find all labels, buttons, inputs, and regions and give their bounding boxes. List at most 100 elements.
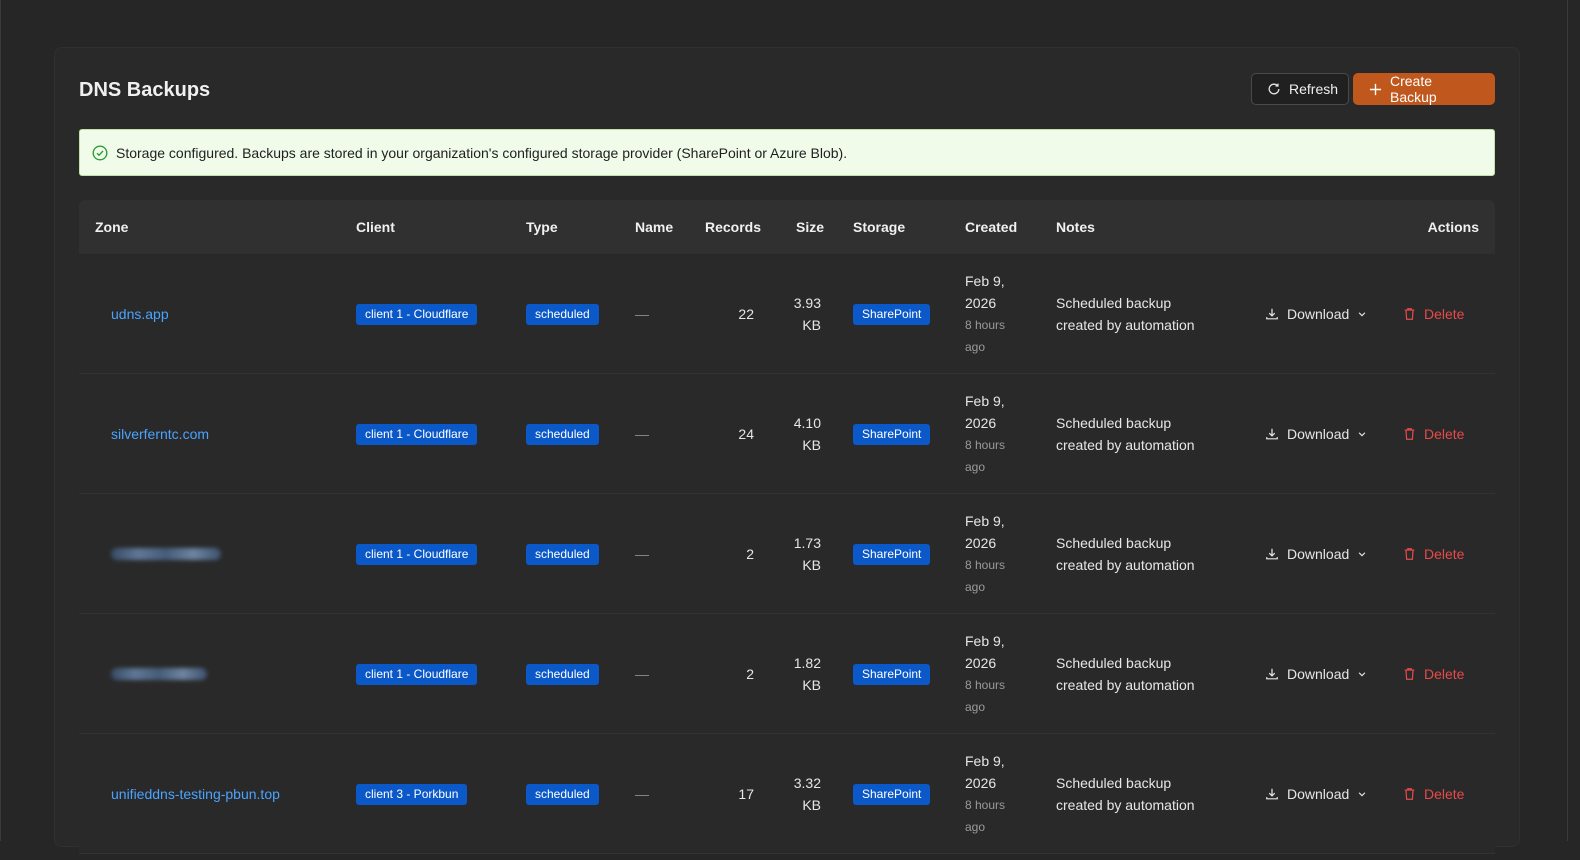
delete-button[interactable]: Delete [1403, 614, 1464, 734]
size-unit: KB [802, 317, 821, 333]
size-number: 4.10 [793, 415, 821, 431]
created-date: Feb 9, [965, 753, 1005, 769]
download-button[interactable]: Download [1265, 614, 1367, 734]
created-year: 2026 [965, 535, 997, 551]
storage-cell: SharePoint [853, 254, 931, 374]
storage-cell: SharePoint [853, 614, 931, 734]
name-cell: — [635, 614, 649, 734]
col-notes[interactable]: Notes [1056, 200, 1095, 254]
delete-button[interactable]: Delete [1403, 734, 1464, 854]
zone-redacted[interactable] [111, 548, 221, 560]
notes-line-1: Scheduled backup [1056, 775, 1172, 791]
chevron-down-icon[interactable] [1357, 429, 1367, 439]
records-cell: 2 [705, 494, 754, 614]
zone-redacted[interactable] [111, 668, 207, 680]
refresh-button[interactable]: Refresh [1251, 73, 1349, 105]
size-unit: KB [802, 797, 821, 813]
created-relative: 8 hours [965, 798, 1006, 812]
records-cell: 2 [705, 614, 754, 734]
type-cell: scheduled [526, 734, 599, 854]
created-year: 2026 [965, 415, 997, 431]
table-row: udns.app client 1 - Cloudflare scheduled… [79, 254, 1495, 374]
notes-line-2: created by automation [1056, 797, 1195, 813]
col-type[interactable]: Type [526, 200, 558, 254]
delete-button[interactable]: Delete [1403, 374, 1464, 494]
notes-line-1: Scheduled backup [1056, 295, 1172, 311]
download-label: Download [1287, 306, 1350, 322]
backups-card: DNS Backups Refresh Create Backup Storag… [54, 47, 1520, 854]
type-cell: scheduled [526, 374, 599, 494]
created-relative: 8 hours [965, 558, 1006, 572]
download-button[interactable]: Download [1265, 374, 1367, 494]
created-date: Feb 9, [965, 273, 1005, 289]
type-badge: scheduled [526, 543, 599, 565]
created-year: 2026 [965, 775, 997, 791]
col-size[interactable]: Size [796, 200, 824, 254]
col-name[interactable]: Name [635, 200, 673, 254]
records-value: 17 [738, 786, 754, 802]
client-badge: client 1 - Cloudflare [356, 423, 478, 445]
created-cell: Feb 9, 2026 8 hours ago [965, 614, 1005, 734]
create-backup-button[interactable]: Create Backup [1353, 73, 1495, 105]
chevron-down-icon[interactable] [1357, 669, 1367, 679]
records-cell: 22 [705, 254, 754, 374]
name-value: — [635, 306, 649, 322]
delete-button[interactable]: Delete [1403, 254, 1464, 374]
storage-cell: SharePoint [853, 734, 931, 854]
records-value: 2 [746, 666, 754, 682]
zone-link[interactable]: silverferntc.com [111, 426, 209, 442]
size-number: 3.32 [793, 775, 821, 791]
type-cell: scheduled [526, 494, 599, 614]
type-badge: scheduled [526, 663, 599, 685]
client-cell: client 1 - Cloudflare [356, 374, 478, 494]
zone-cell [111, 614, 207, 734]
chevron-down-icon[interactable] [1357, 309, 1367, 319]
client-cell: client 3 - Porkbun [356, 734, 468, 854]
created-relative-suffix: ago [965, 460, 986, 474]
created-relative-suffix: ago [965, 700, 986, 714]
table-row: unifieddns-testing-pbun.top client 3 - P… [79, 734, 1495, 854]
chevron-down-icon[interactable] [1357, 549, 1367, 559]
notes-line-2: created by automation [1056, 437, 1195, 453]
zone-cell: udns.app [111, 254, 169, 374]
col-client[interactable]: Client [356, 200, 395, 254]
notes-line-2: created by automation [1056, 317, 1195, 333]
zone-link[interactable]: unifieddns-testing-pbun.top [111, 786, 280, 802]
type-badge: scheduled [526, 423, 599, 445]
name-value: — [635, 666, 649, 682]
chevron-down-icon[interactable] [1357, 789, 1367, 799]
type-badge: scheduled [526, 303, 599, 325]
delete-button[interactable]: Delete [1403, 494, 1464, 614]
plus-icon [1369, 83, 1382, 96]
storage-cell: SharePoint [853, 374, 931, 494]
zone-cell: silverferntc.com [111, 374, 209, 494]
trash-icon [1403, 307, 1416, 321]
download-button[interactable]: Download [1265, 494, 1367, 614]
zone-link[interactable]: udns.app [111, 306, 169, 322]
zone-cell: unifieddns-testing-pbun.top [111, 734, 280, 854]
client-badge: client 1 - Cloudflare [356, 663, 478, 685]
records-value: 24 [738, 426, 754, 442]
download-icon [1265, 787, 1279, 801]
storage-badge: SharePoint [853, 783, 931, 805]
download-label: Download [1287, 666, 1350, 682]
download-button[interactable]: Download [1265, 254, 1367, 374]
col-records[interactable]: Records [705, 200, 761, 254]
col-created[interactable]: Created [965, 200, 1017, 254]
delete-label: Delete [1424, 546, 1465, 562]
notes-line-2: created by automation [1056, 677, 1195, 693]
created-cell: Feb 9, 2026 8 hours ago [965, 734, 1005, 854]
name-cell: — [635, 494, 649, 614]
page-title: DNS Backups [79, 79, 211, 101]
trash-icon [1403, 547, 1416, 561]
client-cell: client 1 - Cloudflare [356, 494, 478, 614]
table-row: silverferntc.com client 1 - Cloudflare s… [79, 374, 1495, 494]
storage-badge: SharePoint [853, 303, 931, 325]
name-value: — [635, 546, 649, 562]
table-row: client 1 - Cloudflare scheduled — 2 1.82… [79, 614, 1495, 734]
col-storage[interactable]: Storage [853, 200, 905, 254]
created-relative: 8 hours [965, 438, 1006, 452]
created-date: Feb 9, [965, 513, 1005, 529]
col-zone[interactable]: Zone [95, 200, 128, 254]
download-button[interactable]: Download [1265, 734, 1367, 854]
